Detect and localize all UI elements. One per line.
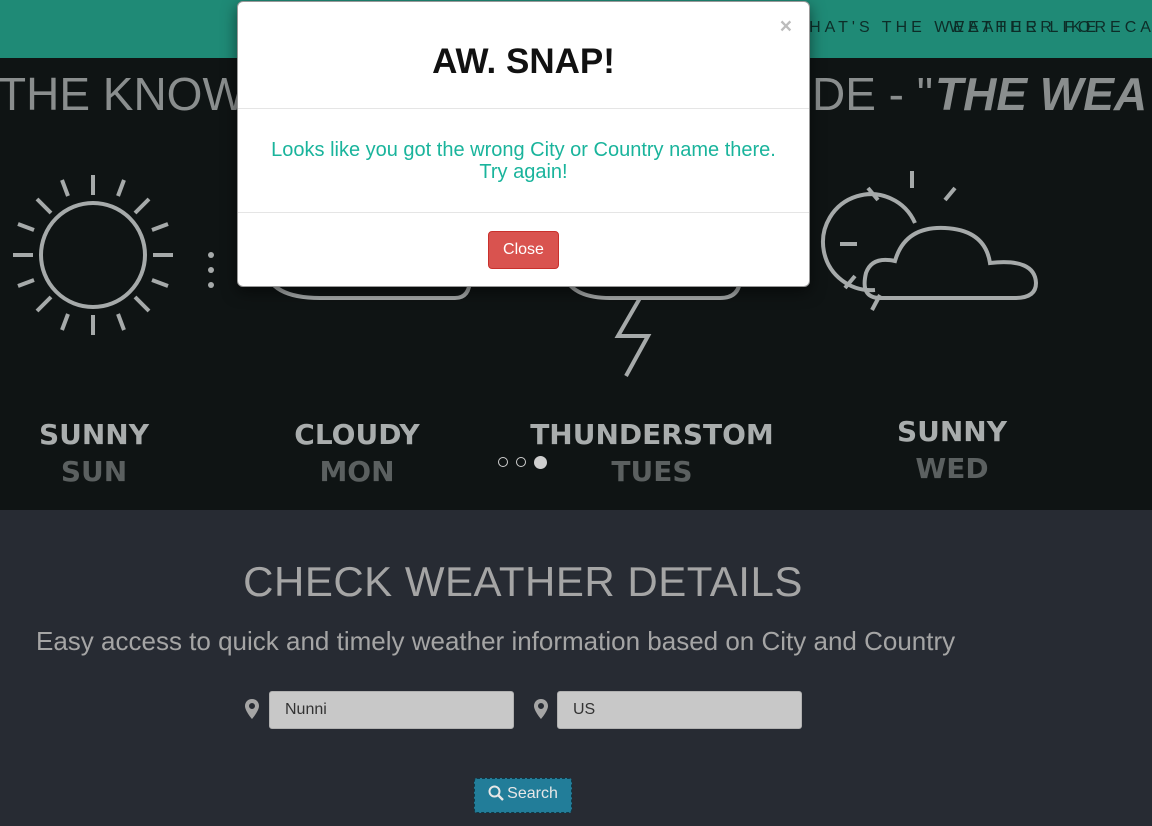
carousel-indicator[interactable]: [498, 457, 508, 467]
partly-cloudy-icon: [820, 171, 1039, 311]
day-name-0: SUN: [61, 455, 127, 488]
section-title: CHECK WEATHER DETAILS: [243, 558, 803, 605]
day-condition-3: SUNNY: [897, 415, 1008, 448]
carousel-indicator-active[interactable]: [534, 456, 547, 469]
day-condition-2: THUNDERSTOM: [530, 418, 774, 451]
sun-icon: [13, 175, 173, 335]
day-condition-0: SUNNY: [39, 418, 150, 451]
section-subtitle: Easy access to quick and timely weather …: [36, 626, 956, 656]
error-modal: × AW. SNAP! Looks like you got the wrong…: [237, 1, 810, 287]
day-name-3: WED: [915, 452, 988, 485]
modal-title: AW. SNAP!: [432, 42, 615, 81]
search-button[interactable]: Search: [474, 778, 572, 813]
country-input[interactable]: [557, 691, 802, 729]
modal-message: Looks like you got the wrong City or Cou…: [238, 139, 809, 183]
carousel-indicators: [498, 456, 554, 471]
day-name-2: TUES: [611, 455, 692, 488]
thunderstorm-icon: [563, 276, 742, 377]
nav-link-weather-forecast[interactable]: WEATHER FORECAST: [949, 19, 1152, 37]
day-condition-1: CLOUDY: [294, 418, 420, 451]
separator-dots: [208, 252, 214, 288]
map-marker-icon: [534, 699, 548, 719]
map-marker-icon: [245, 699, 259, 719]
carousel-indicator[interactable]: [516, 457, 526, 467]
modal-header-divider: [238, 108, 809, 109]
banner-text-italic: THE WEA: [935, 68, 1147, 120]
city-input[interactable]: [269, 691, 514, 729]
search-icon: [488, 785, 504, 806]
day-name-1: MON: [319, 455, 394, 488]
banner-text-mid: DE - ": [812, 68, 933, 120]
modal-message-line1: Looks like you got the wrong City or Cou…: [271, 139, 776, 161]
close-button[interactable]: Close: [488, 231, 559, 269]
close-icon[interactable]: ×: [780, 16, 792, 37]
modal-footer-divider: [238, 212, 809, 213]
weather-search-section: CHECK WEATHER DETAILS Easy access to qui…: [0, 510, 1152, 826]
modal-message-line2: Try again!: [479, 161, 568, 183]
search-button-label: Search: [507, 785, 558, 802]
